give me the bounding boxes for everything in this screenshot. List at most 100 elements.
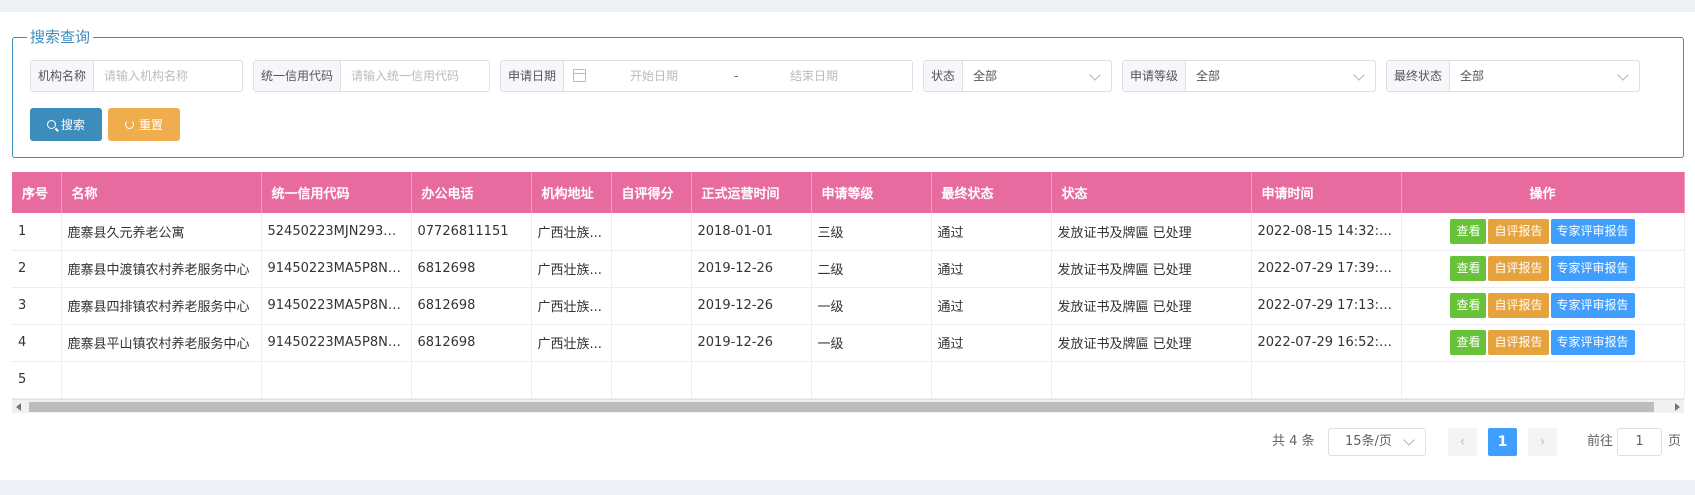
cell-level: 一级 (811, 287, 932, 325)
search-button[interactable]: 搜索 (30, 108, 102, 141)
col-header: 状态 (1051, 172, 1252, 213)
cell-status: 发放证书及牌匾 已处理 (1051, 287, 1252, 325)
cell-level: 三级 (811, 213, 932, 251)
cell-name: 鹿寨县平山镇农村养老服务中心 (61, 324, 262, 362)
expert-report-button[interactable]: 专家评审报告 (1550, 256, 1635, 281)
goto-page-input[interactable]: 1 (1617, 428, 1662, 456)
cell-code: 91450223MA5P8NM... (261, 324, 412, 362)
refresh-icon (124, 120, 134, 129)
expert-report-button[interactable]: 专家评审报告 (1550, 218, 1635, 244)
cell-actions: 查看 自评报告 专家评审报告 (1401, 324, 1685, 362)
cell-address: 广西壮族... (531, 250, 612, 288)
apply-date-field[interactable]: 申请日期 开始日期 - 结束日期 (500, 60, 913, 92)
credit-code-input[interactable]: 请输入统一信用代码 (341, 61, 489, 91)
cell-name (61, 361, 262, 399)
view-button[interactable]: 查看 (1450, 293, 1487, 318)
cell-final-status: 通过 (931, 213, 1052, 251)
reset-button[interactable]: 重置 (108, 108, 180, 141)
final-status-value[interactable]: 全部 (1450, 61, 1639, 91)
search-legend: 搜索查询 (30, 28, 91, 46)
cell-address: 广西壮族... (531, 324, 612, 362)
page-size-select[interactable]: 15条/页 (1328, 428, 1426, 456)
start-date-input[interactable]: 开始日期 (630, 61, 678, 91)
goto-label: 前往 (1587, 434, 1614, 449)
scrollbar-thumb[interactable] (29, 401, 1654, 412)
view-button[interactable]: 查看 (1450, 256, 1487, 281)
level-select[interactable]: 申请等级 全部 (1122, 60, 1376, 92)
table-row[interactable]: 4 鹿寨县平山镇农村养老服务中心 91450223MA5P8NM... 6812… (12, 324, 1685, 362)
cell-address (531, 361, 612, 399)
self-report-button[interactable]: 自评报告 (1488, 256, 1549, 281)
self-report-button[interactable]: 自评报告 (1488, 293, 1549, 318)
cell-phone: 6812698 (411, 287, 532, 325)
next-page-button[interactable]: › (1528, 428, 1557, 456)
expert-report-button[interactable]: 专家评审报告 (1550, 293, 1635, 318)
cell-final-status: 通过 (931, 324, 1052, 362)
cell-level: 一级 (811, 324, 932, 362)
cell-code: 91450223MA5P8NM... (261, 250, 412, 288)
cell-index: 4 (12, 324, 62, 362)
org-name-label: 机构名称 (31, 61, 95, 91)
page-button-1[interactable]: 1 (1488, 428, 1517, 456)
cell-actions (1401, 361, 1685, 399)
cell-apply-time: 2022-08-15 14:32:09 (1251, 213, 1402, 251)
cell-apply-time: 2022-07-29 17:13:32 (1251, 287, 1402, 325)
view-button[interactable]: 查看 (1450, 218, 1487, 244)
status-select[interactable]: 状态 全部 (923, 60, 1112, 92)
self-report-button[interactable]: 自评报告 (1488, 218, 1549, 244)
org-name-field[interactable]: 机构名称 请输入机构名称 (30, 60, 243, 92)
col-header: 操作 (1401, 172, 1685, 213)
cell-status: 发放证书及牌匾 已处理 (1051, 250, 1252, 288)
table-row[interactable]: 3 鹿寨县四排镇农村养老服务中心 91450223MA5P8NM... 6812… (12, 287, 1685, 325)
table-header-row: 序号 名称 统一信用代码 办公电话 机构地址 自评得分 正式运营时间 申请等级 … (12, 172, 1685, 213)
cell-name: 鹿寨县久元养老公寓 (61, 213, 262, 251)
date-range-picker[interactable]: 开始日期 - 结束日期 (564, 61, 912, 91)
expert-report-button[interactable]: 专家评审报告 (1550, 330, 1635, 355)
status-label: 状态 (924, 61, 964, 91)
cell-index: 3 (12, 287, 62, 325)
table-row[interactable]: 1 鹿寨县久元养老公寓 52450223MJN2938443 077268111… (12, 213, 1685, 251)
self-report-button[interactable]: 自评报告 (1488, 330, 1549, 355)
col-header: 自评得分 (611, 172, 692, 213)
cell-status: 发放证书及牌匾 已处理 (1051, 213, 1252, 251)
col-header: 申请时间 (1251, 172, 1402, 213)
cell-op-time: 2019-12-26 (691, 250, 812, 288)
cell-address: 广西壮族... (531, 213, 612, 251)
chevron-down-icon (1089, 69, 1101, 81)
credit-code-label: 统一信用代码 (254, 61, 342, 91)
cell-code: 91450223MA5P8NM... (261, 287, 412, 325)
cell-actions: 查看 自评报告 专家评审报告 (1401, 250, 1685, 288)
status-value[interactable]: 全部 (963, 61, 1111, 91)
table-row[interactable]: 2 鹿寨县中渡镇农村养老服务中心 91450223MA5P8NM... 6812… (12, 250, 1685, 288)
col-header: 正式运营时间 (691, 172, 812, 213)
prev-page-button[interactable]: ‹ (1448, 428, 1477, 456)
org-name-input[interactable]: 请输入机构名称 (94, 61, 242, 91)
level-value[interactable]: 全部 (1186, 61, 1375, 91)
credit-code-field[interactable]: 统一信用代码 请输入统一信用代码 (253, 60, 490, 92)
cell-name: 鹿寨县四排镇农村养老服务中心 (61, 287, 262, 325)
scroll-right-icon[interactable] (1675, 402, 1680, 411)
col-header: 名称 (61, 172, 262, 213)
cell-phone (411, 361, 532, 399)
cell-score (611, 361, 692, 399)
cell-op-time: 2019-12-26 (691, 287, 812, 325)
date-separator: - (734, 69, 739, 83)
cell-phone: 6812698 (411, 324, 532, 362)
final-status-select[interactable]: 最终状态 全部 (1386, 60, 1640, 92)
cell-score (611, 324, 692, 362)
horizontal-scrollbar[interactable] (12, 398, 1684, 413)
cell-name: 鹿寨县中渡镇农村养老服务中心 (61, 250, 262, 288)
scroll-left-icon[interactable] (16, 402, 21, 411)
table-row[interactable]: 5 (12, 361, 1685, 399)
results-table: 序号 名称 统一信用代码 办公电话 机构地址 自评得分 正式运营时间 申请等级 … (12, 172, 1685, 413)
end-date-input[interactable]: 结束日期 (790, 61, 838, 91)
view-button[interactable]: 查看 (1450, 330, 1487, 355)
page-size-value: 15条/页 (1345, 434, 1392, 449)
col-header: 统一信用代码 (261, 172, 412, 213)
chevron-down-icon (1617, 69, 1629, 81)
cell-level: 二级 (811, 250, 932, 288)
level-label: 申请等级 (1123, 61, 1187, 91)
status-selected-text: 全部 (973, 69, 998, 83)
final-status-label: 最终状态 (1387, 61, 1451, 91)
reset-button-label: 重置 (138, 118, 163, 132)
